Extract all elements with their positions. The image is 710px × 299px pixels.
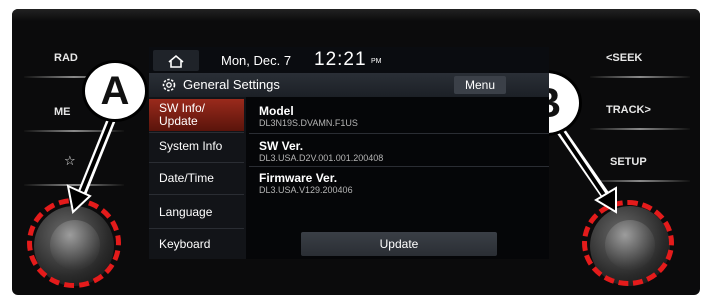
model-value: DL3N19S.DVAMN.F1US: [259, 118, 358, 128]
update-button[interactable]: Update: [301, 232, 497, 256]
sw-version-label: SW Ver.: [259, 139, 304, 153]
sidebar-item-date-time[interactable]: Date/Time: [149, 171, 244, 191]
sidebar-divider: [149, 228, 244, 229]
status-time: 12:21: [314, 49, 367, 70]
sidebar-item-keyboard[interactable]: Keyboard: [149, 237, 244, 257]
info-divider: [249, 166, 549, 167]
sidebar-divider: [149, 132, 244, 133]
status-ampm: PM: [371, 58, 382, 65]
firmware-version-label: Firmware Ver.: [259, 171, 338, 185]
sidebar-divider: [149, 162, 244, 163]
firmware-version-value: DL3.USA.V129.200406: [259, 185, 353, 195]
status-date: Mon, Dec. 7: [221, 53, 292, 68]
sidebar-item-label: Date/Time: [159, 171, 214, 185]
callout-a: A: [82, 60, 148, 122]
sidebar-item-label: Update: [159, 114, 198, 128]
sidebar-divider: [149, 194, 244, 195]
arrow-b-line: [558, 128, 608, 200]
sidebar-item-sw-info[interactable]: SW Info/ Update: [149, 99, 244, 131]
gear-icon: [162, 78, 176, 92]
sidebar-item-language[interactable]: Language: [149, 205, 244, 225]
home-button[interactable]: [153, 50, 199, 71]
info-divider: [249, 133, 549, 134]
home-icon: [168, 54, 184, 68]
sidebar-item-label: Keyboard: [159, 237, 211, 251]
sidebar-item-label: System Info: [159, 139, 223, 153]
sidebar-item-label: Language: [159, 205, 213, 219]
sw-version-value: DL3.USA.D2V.001.001.200408: [259, 153, 384, 163]
sidebar-item-system-info[interactable]: System Info: [149, 139, 244, 159]
arrow-a-line: [80, 117, 114, 193]
touchscreen: Mon, Dec. 7 12:21 PM General Settings Me…: [149, 47, 549, 259]
model-label: Model: [259, 104, 294, 118]
page-title: General Settings: [183, 77, 280, 92]
menu-button[interactable]: Menu: [454, 76, 506, 94]
